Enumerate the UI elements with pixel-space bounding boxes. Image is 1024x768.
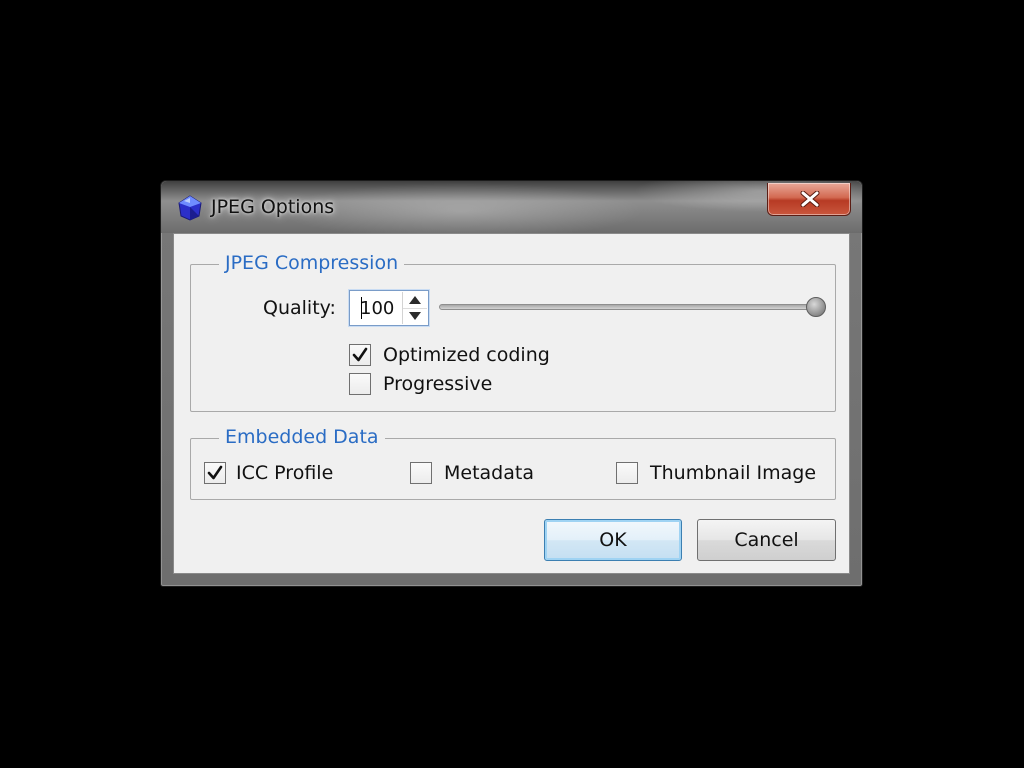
metadata-label: Metadata: [444, 462, 534, 484]
title-bar[interactable]: JPEG Options: [161, 181, 862, 233]
quality-spin-buttons: [402, 292, 427, 324]
optimized-coding-checkbox[interactable]: [349, 344, 371, 366]
cancel-button[interactable]: Cancel: [697, 519, 836, 561]
quality-slider-thumb[interactable]: [806, 297, 826, 317]
spin-up-button[interactable]: [403, 292, 427, 309]
embedded-data-group: Embedded Data ICC Profile Metadata Thumb…: [190, 425, 836, 500]
jpeg-options-dialog: JPEG Options JPEG Compression Quality: 1…: [160, 180, 863, 587]
optimized-coding-label: Optimized coding: [383, 344, 550, 366]
icc-profile-label: ICC Profile: [236, 462, 334, 484]
close-icon: [800, 191, 820, 207]
chevron-down-icon: [409, 312, 421, 320]
checkmark-icon: [352, 347, 368, 362]
metadata-checkbox[interactable]: [410, 462, 432, 484]
icc-profile-checkbox[interactable]: [204, 462, 226, 484]
text-caret: [361, 297, 362, 319]
dialog-content: JPEG Compression Quality: Optimized codi…: [173, 233, 850, 574]
jpeg-compression-group: JPEG Compression Quality: Optimized codi…: [190, 251, 836, 412]
gem-icon: [177, 195, 203, 221]
chevron-up-icon: [409, 296, 421, 304]
close-button[interactable]: [767, 183, 851, 216]
spin-down-button[interactable]: [403, 308, 427, 324]
quality-label: Quality:: [263, 297, 336, 319]
embedded-data-legend: Embedded Data: [219, 425, 385, 449]
progressive-label: Progressive: [383, 373, 493, 395]
jpeg-compression-legend: JPEG Compression: [219, 251, 405, 275]
quality-slider-track[interactable]: [439, 304, 821, 310]
window-title: JPEG Options: [211, 196, 335, 218]
progressive-checkbox[interactable]: [349, 373, 371, 395]
checkmark-icon: [207, 465, 223, 480]
thumbnail-image-label: Thumbnail Image: [650, 462, 817, 484]
quality-spinbox[interactable]: [349, 290, 429, 326]
ok-button[interactable]: OK: [544, 519, 682, 561]
quality-input[interactable]: [350, 291, 402, 325]
thumbnail-image-checkbox[interactable]: [616, 462, 638, 484]
